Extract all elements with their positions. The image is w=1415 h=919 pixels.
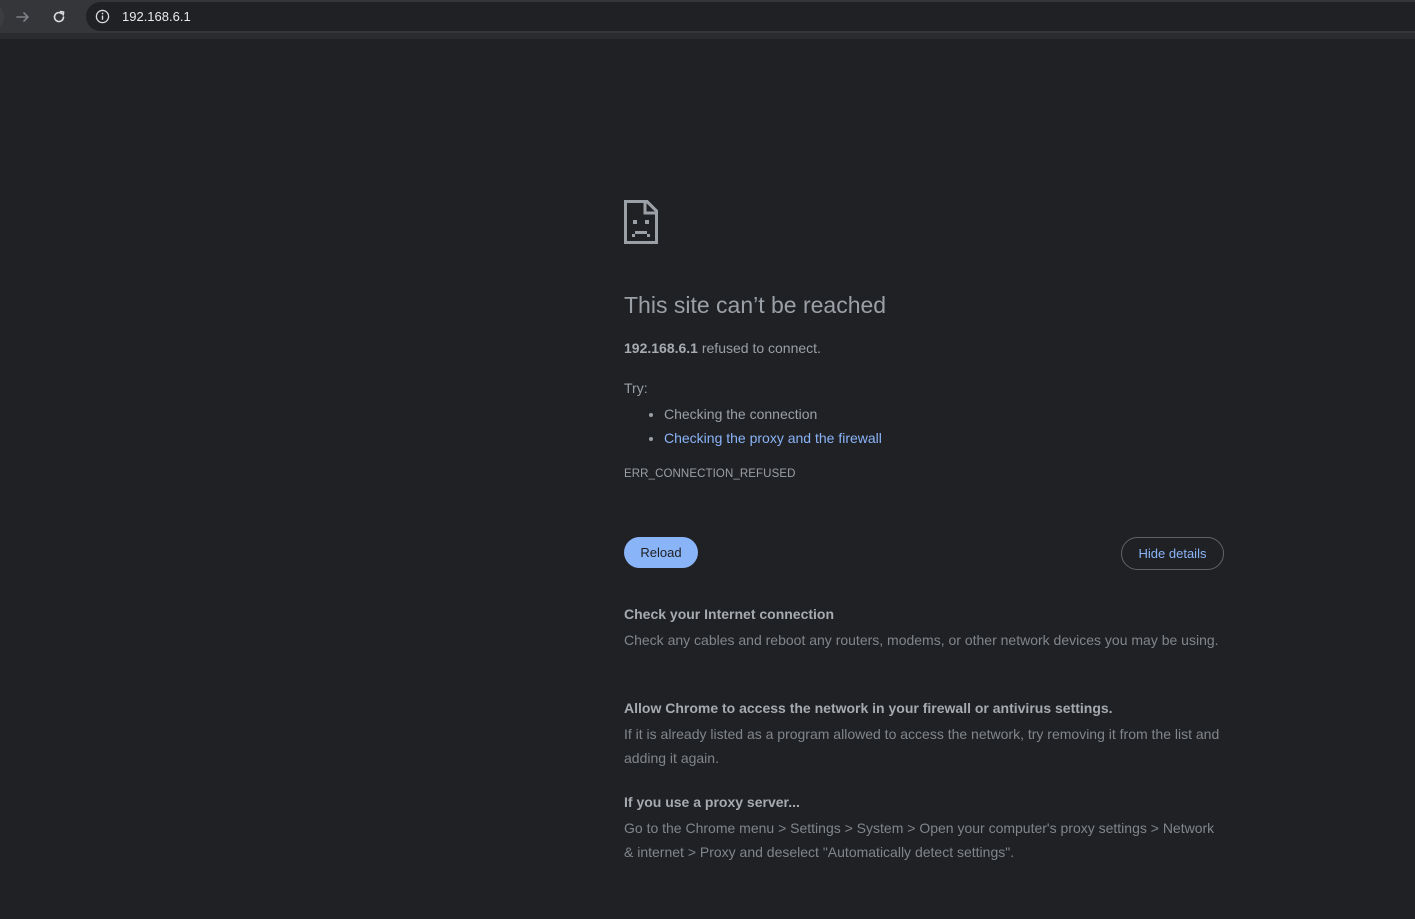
detail-section-internet: Check your Internet connection Check any… (624, 606, 1224, 652)
detail-body: Check any cables and reboot any routers,… (624, 632, 1219, 648)
error-code: ERR_CONNECTION_REFUSED (624, 468, 796, 480)
info-icon[interactable] (95, 9, 110, 24)
suggestion-check-connection: Checking the connection (664, 406, 818, 422)
error-summary-text: refused to connect. (697, 340, 821, 356)
address-bar[interactable]: 192.168.6.1 (86, 2, 1415, 31)
detail-heading: Allow Chrome to access the network in yo… (624, 700, 1113, 716)
suggestion-item: Checking the proxy and the firewall (664, 426, 882, 450)
refresh-icon (53, 10, 65, 23)
error-summary: 192.168.6.1 refused to connect. (624, 340, 821, 356)
forward-button[interactable] (10, 4, 36, 30)
suggestion-list: Checking the connection Checking the pro… (624, 402, 882, 450)
detail-heading: Check your Internet connection (624, 606, 835, 622)
detail-section-proxy: If you use a proxy server... Go to the C… (624, 794, 1224, 864)
reload-button[interactable]: Reload (624, 537, 698, 568)
page-title: This site can’t be reached (624, 292, 887, 318)
try-label: Try: (624, 380, 648, 396)
back-button[interactable] (0, 4, 4, 30)
sad-page-icon (624, 200, 658, 244)
reload-toolbar-button[interactable] (46, 4, 72, 30)
detail-heading: If you use a proxy server... (624, 794, 800, 810)
url-text[interactable]: 192.168.6.1 (122, 9, 191, 24)
suggestion-item: Checking the connection (664, 402, 882, 426)
hide-details-button[interactable]: Hide details (1121, 537, 1224, 570)
detail-body: If it is already listed as a program all… (624, 726, 1220, 766)
detail-section-firewall: Allow Chrome to access the network in yo… (624, 700, 1224, 770)
error-host: 192.168.6.1 (624, 340, 698, 356)
arrow-right-icon (16, 12, 29, 22)
toolbar-divider (0, 33, 1415, 39)
detail-body: Go to the Chrome menu > Settings > Syste… (624, 820, 1215, 860)
proxy-firewall-link[interactable]: Checking the proxy and the firewall (664, 430, 882, 446)
browser-toolbar: 192.168.6.1 (0, 0, 1415, 34)
